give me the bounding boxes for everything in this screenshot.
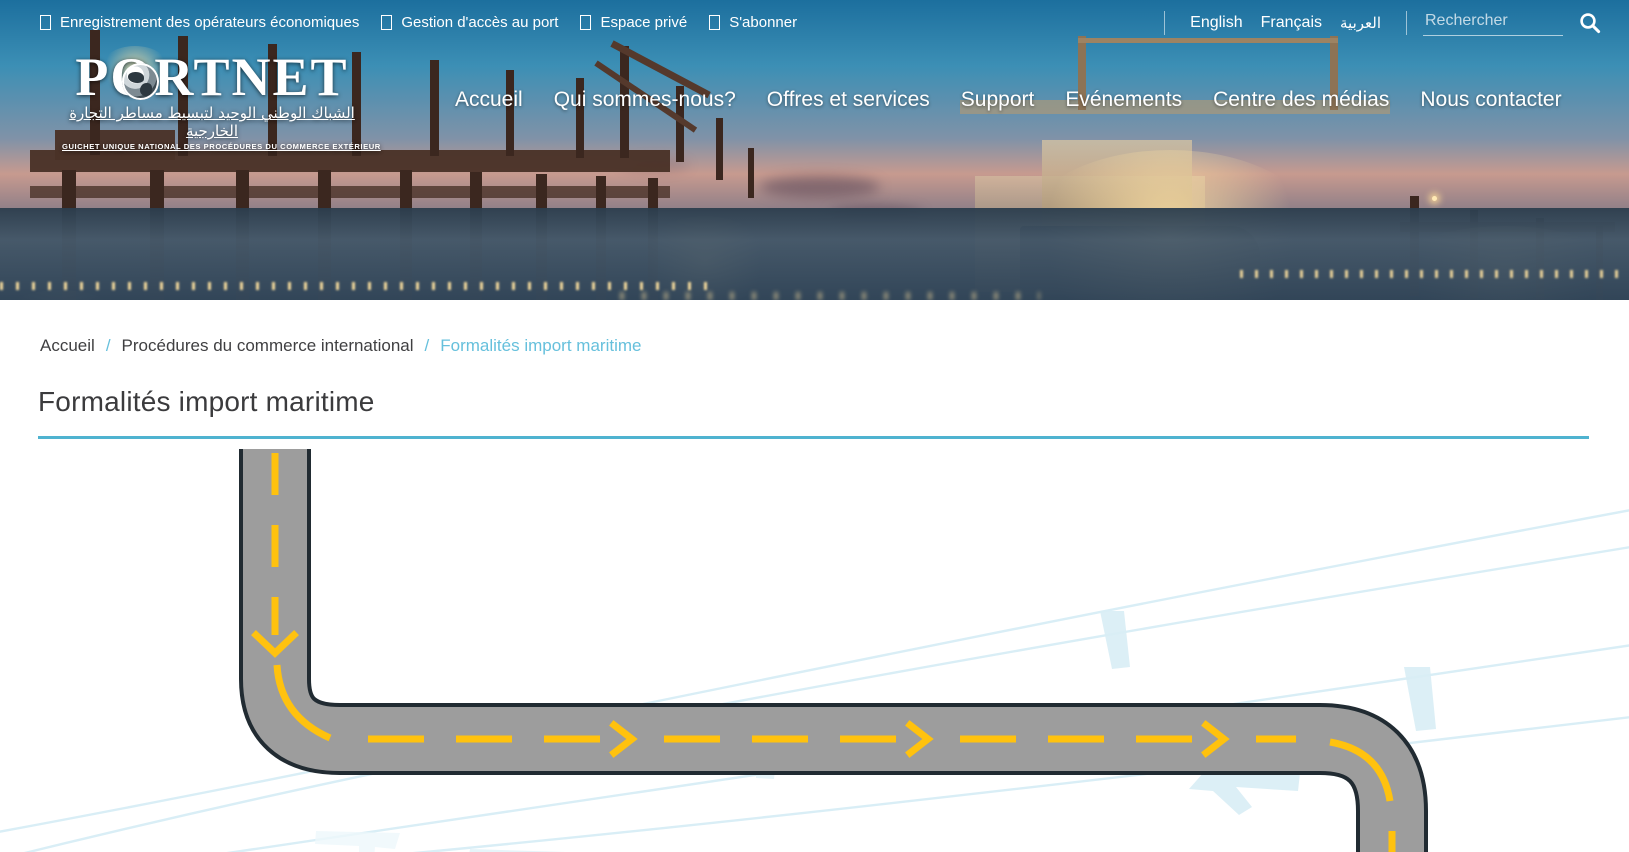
language-francais[interactable]: Français <box>1252 14 1331 32</box>
utility-top-bar: Enregistrement des opérateurs économique… <box>0 0 1629 45</box>
crane-boom <box>748 148 754 198</box>
crane-boom <box>430 60 439 156</box>
search-box <box>1423 9 1603 36</box>
dock-lamp <box>1432 196 1437 201</box>
square-glyph-icon <box>709 15 721 30</box>
top-link-label: S'abonner <box>729 14 798 31</box>
gantry-beam <box>30 186 670 198</box>
language-and-search: English Français العربية <box>1148 9 1603 36</box>
breadcrumb-separator: / <box>424 336 430 355</box>
water-reflection <box>620 292 1040 300</box>
breadcrumb-separator: / <box>105 336 111 355</box>
site-header-hero: Enregistrement des opérateurs économique… <box>0 0 1629 300</box>
process-road-path <box>239 449 1428 852</box>
crane-boom <box>716 118 723 180</box>
square-glyph-icon <box>580 15 592 30</box>
top-link-gestion-acces-port[interactable]: Gestion d'accès au port <box>381 14 558 31</box>
nav-item-qui-sommes-nous[interactable]: Qui sommes-nous? <box>554 88 736 112</box>
nav-item-accueil[interactable]: Accueil <box>455 88 523 112</box>
search-submit-button[interactable] <box>1577 10 1603 36</box>
top-link-label: Enregistrement des opérateurs économique… <box>60 14 360 31</box>
divider <box>1406 10 1407 35</box>
breadcrumb-item-procedures[interactable]: Procédures du commerce international <box>122 336 414 356</box>
cloud <box>760 176 880 198</box>
nav-item-support[interactable]: Support <box>961 88 1035 112</box>
quay-light-row <box>0 282 720 290</box>
logo-subtitle: GUICHET UNIQUE NATIONAL DES PROCÉDURES D… <box>62 142 381 152</box>
top-link-espace-prive[interactable]: Espace privé <box>580 14 687 31</box>
breadcrumb-item-current: Formalités import maritime <box>440 336 642 355</box>
portnet-logo[interactable]: PORTNET الشباك الوطني الوحيد لتبسيط مساط… <box>62 50 381 152</box>
utility-links: Enregistrement des opérateurs économique… <box>40 14 797 31</box>
top-link-label: Gestion d'accès au port <box>401 14 559 31</box>
logo-arabic-tagline: الشباك الوطني الوحيد لتبسيط مساطر التجار… <box>69 104 355 141</box>
square-glyph-icon <box>40 15 51 30</box>
nav-item-centre-des-medias[interactable]: Centre des médias <box>1213 88 1389 112</box>
breadcrumb: Accueil / Procédures du commerce interna… <box>40 336 1629 356</box>
nav-item-evenements[interactable]: Evénements <box>1065 88 1182 112</box>
search-icon <box>1580 12 1601 33</box>
top-link-sabonner[interactable]: S'abonner <box>709 14 797 31</box>
top-link-label: Espace privé <box>600 14 688 31</box>
search-input[interactable] <box>1423 9 1563 36</box>
nav-item-nous-contacter[interactable]: Nous contacter <box>1420 88 1561 112</box>
nav-item-offres-et-services[interactable]: Offres et services <box>767 88 930 112</box>
logo-wordmark: PORTNET <box>75 47 349 107</box>
divider <box>1164 10 1166 35</box>
quay-light-row <box>1240 270 1629 278</box>
process-flow-illustration: Contrat commercial Le client négocie les… <box>0 439 1629 852</box>
crane-boom <box>506 70 514 156</box>
language-english[interactable]: English <box>1181 14 1251 32</box>
square-glyph-icon <box>381 15 393 30</box>
main-navigation: Accueil Qui sommes-nous? Offres et servi… <box>455 88 1562 112</box>
top-link-enregistrement[interactable]: Enregistrement des opérateurs économique… <box>40 14 359 31</box>
language-arabic[interactable]: العربية <box>1331 14 1390 32</box>
breadcrumb-item-accueil[interactable]: Accueil <box>40 336 95 356</box>
page-title: Formalités import maritime <box>38 386 375 417</box>
